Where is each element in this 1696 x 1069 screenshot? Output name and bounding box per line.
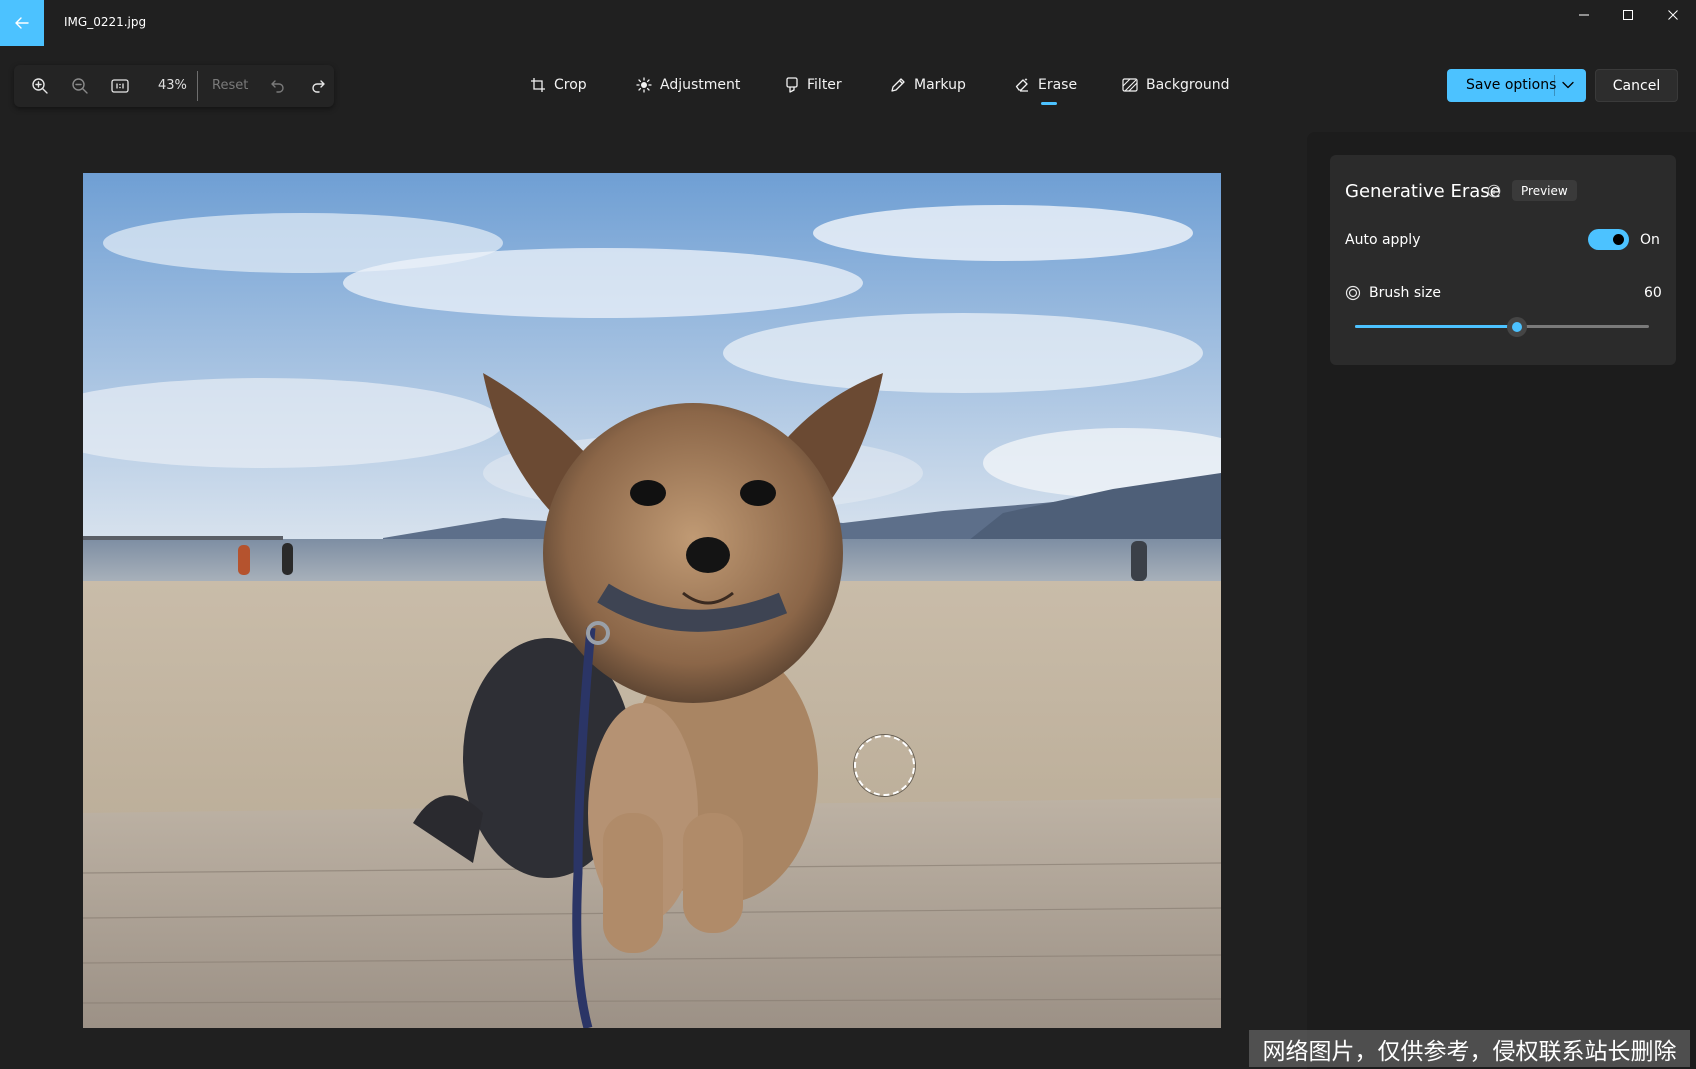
tab-markup-label: Markup — [914, 77, 966, 93]
tab-background-label: Background — [1146, 77, 1230, 93]
tab-filter[interactable]: Filter — [785, 72, 842, 98]
arrow-left-icon — [15, 17, 29, 29]
zoom-toolbar: 43% Reset — [14, 65, 334, 107]
tab-background[interactable]: Background — [1122, 72, 1230, 98]
tab-filter-label: Filter — [807, 77, 842, 93]
zoom-in-icon — [32, 78, 48, 94]
split-button-divider — [1554, 75, 1555, 96]
brightness-icon — [636, 77, 652, 93]
actual-size-icon — [111, 79, 129, 93]
minimize-icon — [1579, 14, 1589, 16]
tab-adjustment-label: Adjustment — [660, 77, 741, 93]
slider-fill — [1355, 325, 1517, 328]
tab-erase-label: Erase — [1038, 77, 1078, 93]
auto-apply-toggle[interactable] — [1588, 229, 1629, 250]
title-bar: IMG_0221.jpg — [0, 0, 1696, 46]
tab-adjustment[interactable]: Adjustment — [636, 72, 740, 98]
filter-icon — [786, 77, 798, 93]
maximize-icon — [1623, 10, 1633, 20]
cancel-button[interactable]: Cancel — [1595, 69, 1678, 102]
photo-image — [83, 173, 1221, 1028]
tab-markup[interactable]: Markup — [890, 72, 966, 98]
slider-thumb[interactable] — [1506, 317, 1527, 337]
actual-size-button[interactable] — [106, 72, 134, 100]
maximize-button[interactable] — [1605, 0, 1651, 30]
zoom-out-button[interactable] — [66, 72, 94, 100]
toggle-knob — [1613, 234, 1624, 245]
toolbar-divider — [197, 71, 198, 101]
zoom-in-button[interactable] — [26, 72, 54, 100]
crop-icon — [531, 78, 545, 92]
eraser-icon — [1015, 78, 1028, 92]
redo-icon — [312, 80, 325, 93]
tab-erase[interactable]: Erase — [1014, 72, 1077, 98]
auto-apply-label: Auto apply — [1345, 232, 1421, 248]
undo-button[interactable] — [266, 72, 290, 100]
close-button[interactable] — [1650, 0, 1696, 30]
undo-icon — [271, 80, 284, 93]
save-options-button[interactable]: Save options — [1447, 69, 1586, 102]
info-icon[interactable] — [1487, 184, 1501, 198]
brush-cursor — [854, 735, 915, 796]
photo-canvas[interactable] — [83, 173, 1221, 1028]
tab-crop[interactable]: Crop — [530, 72, 587, 98]
back-button[interactable] — [0, 0, 44, 46]
save-options-label: Save options — [1466, 77, 1557, 93]
pen-icon — [891, 78, 905, 92]
window-title: IMG_0221.jpg — [64, 15, 147, 29]
minimize-button[interactable] — [1561, 0, 1607, 30]
watermark: 网络图片，仅供参考，侵权联系站长删除 — [1249, 1030, 1690, 1067]
brush-size-value: 60 — [1644, 285, 1662, 301]
reset-button[interactable]: Reset — [212, 78, 248, 93]
brush-size-icon — [1345, 285, 1361, 301]
tab-crop-label: Crop — [554, 77, 587, 93]
brush-size-slider[interactable] — [1355, 317, 1649, 337]
redo-button[interactable] — [306, 72, 330, 100]
auto-apply-state: On — [1640, 232, 1660, 248]
preview-badge: Preview — [1512, 180, 1577, 201]
selected-tab-indicator — [1041, 102, 1057, 105]
brush-size-label: Brush size — [1369, 285, 1441, 301]
chevron-down-icon[interactable] — [1561, 78, 1575, 92]
close-icon — [1668, 10, 1678, 20]
zoom-out-icon — [72, 78, 88, 94]
zoom-level[interactable]: 43% — [158, 78, 187, 93]
background-icon — [1122, 78, 1138, 92]
panel-title: Generative Erase — [1345, 181, 1501, 202]
